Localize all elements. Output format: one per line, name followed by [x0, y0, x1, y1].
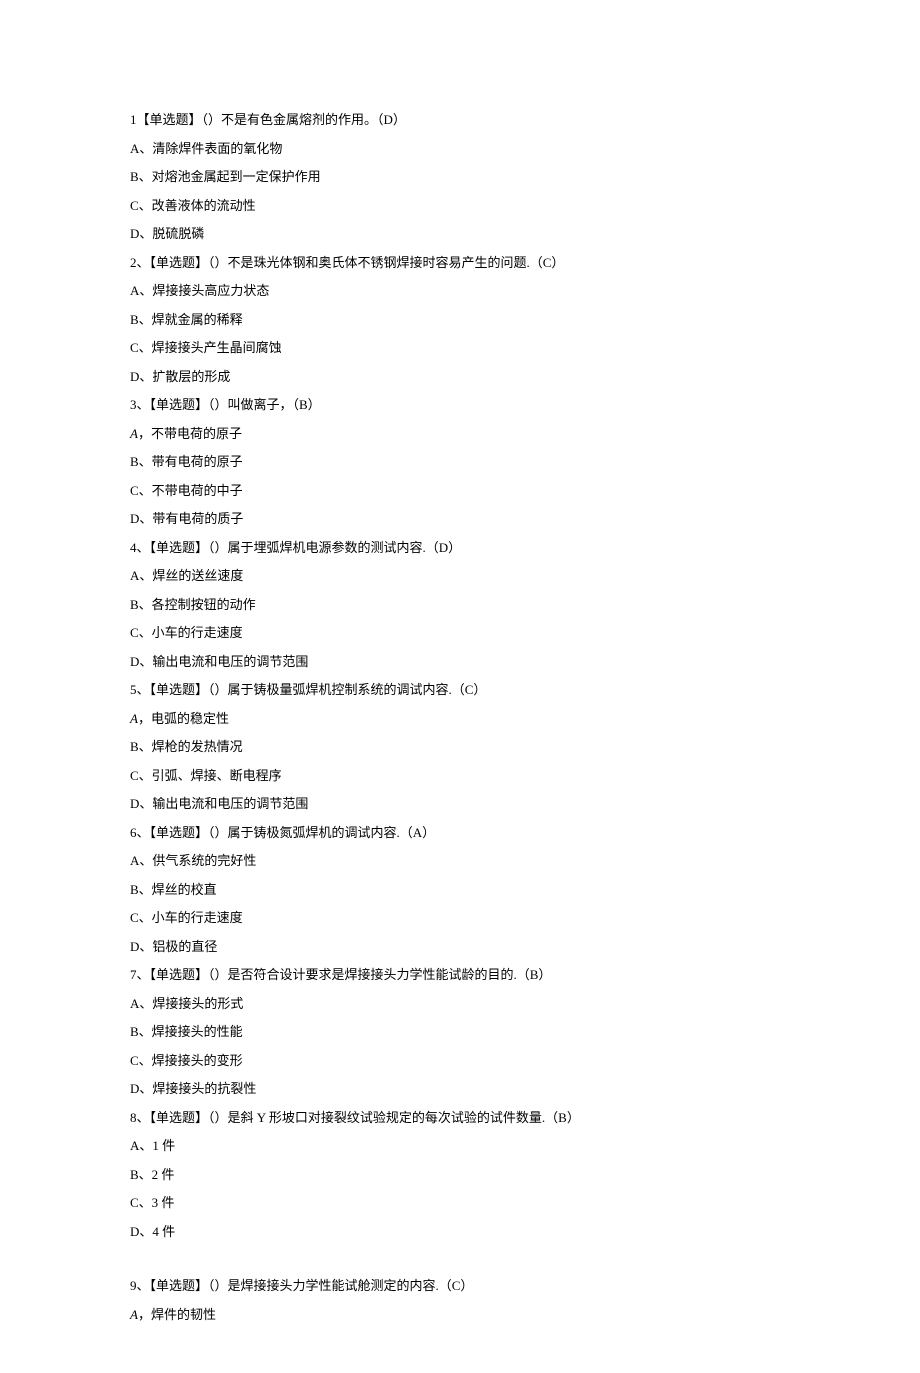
question-option: C、焊接接头的变形: [130, 1051, 790, 1071]
question-option: A，焊件的韧性: [130, 1305, 790, 1325]
question-stem: 8、【单选题】（）是斜 Y 形坡口对接裂纹试验规定的每次试验的试件数量.（B）: [130, 1108, 790, 1128]
question-stem: 1【单选题】（）不是有色金属熔剂的作用。（D）: [130, 110, 790, 130]
question-option: C、小车的行走速度: [130, 908, 790, 928]
option-letter: A: [130, 711, 138, 726]
question-stem: 6、【单选题】（）属于铸极氮弧焊机的调试内容.（A）: [130, 823, 790, 843]
question-stem: 3、【单选题】（）叫做离子，（B）: [130, 395, 790, 415]
question-option: D、扩散层的形成: [130, 367, 790, 387]
question-option: A、1 件: [130, 1136, 790, 1156]
question-option: C、不带电荷的中子: [130, 481, 790, 501]
question-option: A、焊丝的送丝速度: [130, 566, 790, 586]
question-option: B、对熔池金属起到一定保护作用: [130, 167, 790, 187]
question-stem: 2、【单选题】（）不是珠光体钢和奥氏体不锈钢焊接时容易产生的问题.（C）: [130, 253, 790, 273]
question-option: B、焊枪的发热情况: [130, 737, 790, 757]
question-option: C、改善液体的流动性: [130, 196, 790, 216]
question-option: B、2 件: [130, 1165, 790, 1185]
question-option: D、输出电流和电压的调节范围: [130, 794, 790, 814]
question-option: B、焊丝的校直: [130, 880, 790, 900]
question-option: AA，不带电荷的原子，不带电荷的原子: [130, 424, 790, 444]
question-stem: 7、【单选题】（）是否符合设计要求是焊接接头力学性能试龄的目的.（B）: [130, 965, 790, 985]
question-stem: 4、【单选题】（）属于埋弧焊机电源参数的测试内容.（D）: [130, 538, 790, 558]
question-option: C、引弧、焊接、断电程序: [130, 766, 790, 786]
question-option: D、4 件: [130, 1222, 790, 1242]
question-option: B、焊接接头的性能: [130, 1022, 790, 1042]
question-option: D、输出电流和电压的调节范围: [130, 652, 790, 672]
option-letter: A: [130, 1307, 138, 1322]
question-option: B、各控制按钮的动作: [130, 595, 790, 615]
question-option: D、铝极的直径: [130, 937, 790, 957]
question-option: A、焊接接头高应力状态: [130, 281, 790, 301]
question-option: A、供气系统的完好性: [130, 851, 790, 871]
question-option: C、3 件: [130, 1193, 790, 1213]
question-stem: 9、【单选题】（）是焊接接头力学性能试舱测定的内容.（C）: [130, 1276, 790, 1296]
question-stem: 5、【单选题】（）属于铸极量弧焊机控制系统的调试内容.（C）: [130, 680, 790, 700]
question-option: A、清除焊件表面的氧化物: [130, 139, 790, 159]
question-option: D、焊接接头的抗裂性: [130, 1079, 790, 1099]
question-option: D、脱硫脱磷: [130, 224, 790, 244]
question-option: A、焊接接头的形式: [130, 994, 790, 1014]
question-option: A，电弧的稳定性: [130, 709, 790, 729]
question-option: C、小车的行走速度: [130, 623, 790, 643]
question-option: C、焊接接头产生晶间腐蚀: [130, 338, 790, 358]
document-page: 1【单选题】（）不是有色金属熔剂的作用。（D） A、清除焊件表面的氧化物 B、对…: [0, 0, 920, 1373]
question-option: B、带有电荷的原子: [130, 452, 790, 472]
option-letter: A: [130, 426, 138, 441]
question-option: B、焊就金属的稀释: [130, 310, 790, 330]
question-option: D、带有电荷的质子: [130, 509, 790, 529]
